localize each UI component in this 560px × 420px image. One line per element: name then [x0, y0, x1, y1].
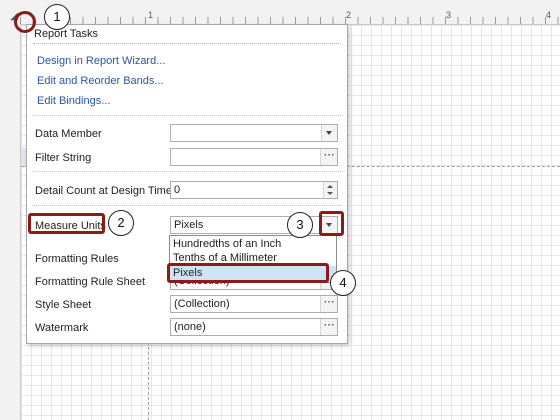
panel-title: Report Tasks	[34, 28, 98, 40]
ellipsis-icon[interactable]: ⋯	[320, 319, 337, 335]
section-divider	[33, 115, 341, 116]
data-member-label: Data Member	[35, 128, 102, 140]
ellipsis-icon[interactable]: ⋯	[320, 149, 337, 165]
top-ruler: 1 2 3 4	[0, 0, 560, 25]
filter-string-field[interactable]: ⋯	[170, 148, 338, 166]
formatting-rule-sheet-label: Formatting Rule Sheet	[35, 276, 146, 288]
dropdown-button-highlight	[319, 211, 344, 236]
detail-count-value: 0	[174, 184, 181, 196]
step-callout-3: 3	[287, 212, 313, 238]
section-divider	[33, 205, 341, 206]
ruler-mark-1: 1	[148, 10, 154, 20]
filter-string-label: Filter String	[35, 152, 92, 164]
spin-icon[interactable]	[323, 182, 337, 198]
ruler-mark-4: 4	[546, 10, 552, 20]
style-sheet-field[interactable]: (Collection) ⋯	[170, 295, 338, 313]
formatting-rules-label: Formatting Rules	[35, 253, 119, 265]
left-ruler	[0, 24, 21, 420]
smart-tag-highlight	[14, 11, 36, 33]
edit-bindings-link[interactable]: Edit Bindings...	[37, 95, 110, 107]
detail-count-spinner[interactable]: 0	[170, 181, 338, 199]
step-callout-1: 1	[44, 4, 70, 30]
watermark-field[interactable]: (none) ⋯	[170, 318, 338, 336]
measure-units-value: Pixels	[174, 219, 204, 231]
edit-and-reorder-bands-link[interactable]: Edit and Reorder Bands...	[37, 75, 164, 87]
section-divider	[33, 171, 341, 172]
watermark-label: Watermark	[35, 322, 89, 334]
style-sheet-label: Style Sheet	[35, 299, 92, 311]
style-sheet-value: (Collection)	[174, 298, 230, 310]
step-callout-2: 2	[108, 210, 134, 236]
ruler-ticks	[20, 17, 560, 24]
detail-count-label: Detail Count at Design Time	[35, 185, 172, 197]
report-tasks-panel: Report Tasks Design in Report Wizard... …	[26, 24, 348, 344]
data-member-dropdown[interactable]	[170, 124, 338, 142]
watermark-value: (none)	[174, 321, 206, 333]
ruler-mark-2: 2	[346, 10, 352, 20]
ellipsis-icon[interactable]: ⋯	[320, 296, 337, 312]
step-callout-4: 4	[330, 270, 356, 296]
option-hundredths-of-an-inch[interactable]: Hundredths of an Inch	[170, 237, 336, 251]
measure-units-label-highlight	[28, 213, 105, 234]
pixels-option-highlight	[167, 263, 329, 283]
chevron-down-icon[interactable]	[321, 125, 337, 141]
ruler-mark-3: 3	[446, 10, 452, 20]
title-divider	[33, 43, 341, 44]
design-in-report-wizard-link[interactable]: Design in Report Wizard...	[37, 55, 165, 67]
